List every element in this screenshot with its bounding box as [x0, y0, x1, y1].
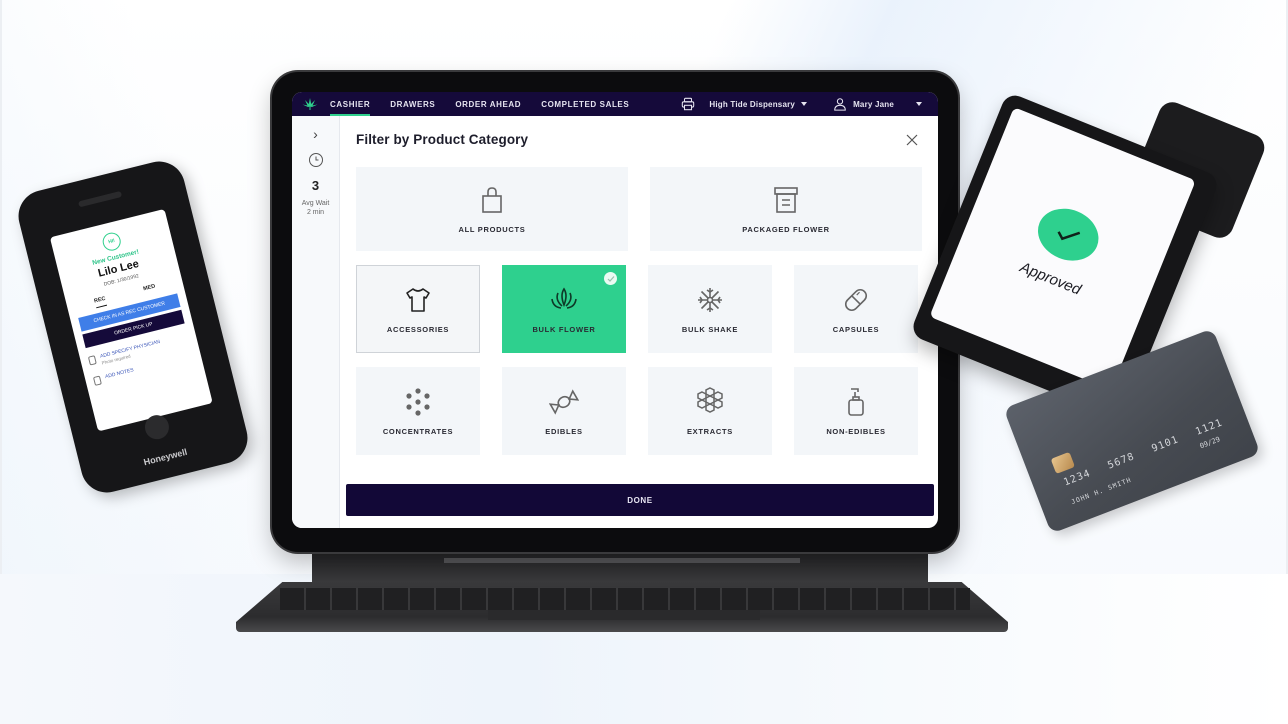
tab-drawers[interactable]: DRAWERS	[390, 92, 435, 116]
capsule-icon	[844, 288, 868, 311]
top-navigation: CASHIER DRAWERS ORDER AHEAD COMPLETED SA…	[292, 92, 938, 116]
avg-wait: Avg Wait 2 min	[301, 200, 330, 216]
snowflake-icon	[698, 287, 722, 312]
tab-cashier[interactable]: CASHIER	[330, 92, 371, 116]
category-bulk-flower[interactable]: BULK FLOWER	[502, 265, 626, 353]
tab-rec[interactable]: REC	[93, 295, 108, 309]
category-concentrates[interactable]: CONCENTRATES	[356, 367, 480, 455]
printer-icon	[682, 97, 695, 111]
approved-status: Approved	[1017, 258, 1084, 299]
archive-box-icon	[774, 186, 798, 213]
user-menu[interactable]: Mary Jane	[833, 97, 922, 111]
close-icon[interactable]	[906, 134, 918, 146]
person-icon	[87, 355, 97, 366]
modal-title: Filter by Product Category	[356, 132, 529, 147]
printer-button[interactable]	[681, 97, 709, 111]
category-non-edibles[interactable]: NON-EDIBLES	[794, 367, 918, 455]
pos-app-screen: CASHIER DRAWERS ORDER AHEAD COMPLETED SA…	[292, 92, 938, 528]
cannabis-leaf-icon[interactable]	[302, 98, 318, 110]
category-capsules[interactable]: CAPSULES	[794, 265, 918, 353]
chevron-right-icon[interactable]: ›	[313, 126, 318, 142]
queue-count: 3	[311, 178, 320, 193]
notes-icon	[92, 375, 102, 386]
tab-completed-sales[interactable]: COMPLETED SALES	[541, 92, 629, 116]
tshirt-icon	[406, 287, 430, 312]
chevron-down-icon	[916, 102, 922, 106]
queue-sidebar: › 3 Avg Wait 2 min	[292, 116, 340, 528]
clock-icon	[308, 153, 323, 167]
keyboard-stand	[312, 552, 928, 582]
phone-speaker	[78, 190, 123, 208]
tab-med[interactable]: MED	[143, 283, 157, 296]
category-packaged-flower[interactable]: PACKAGED FLOWER	[650, 167, 922, 251]
greeting-bubble-icon: HI!	[100, 230, 123, 253]
shopping-bag-icon	[482, 186, 502, 213]
category-all-products[interactable]: ALL PRODUCTS	[356, 167, 628, 251]
card-chip-icon	[1050, 451, 1076, 474]
keyboard-keys	[280, 588, 970, 610]
category-accessories[interactable]: ACCESSORIES	[356, 265, 480, 353]
filter-modal: Filter by Product Category ALL PRODUCTS …	[340, 116, 938, 528]
honeycomb-icon	[697, 386, 723, 413]
checkmark-icon	[604, 272, 617, 285]
chevron-down-icon	[801, 102, 808, 106]
trackpad	[488, 610, 760, 620]
phone-screen: HI! New Customer! Lilo Lee DOB: 1/30/199…	[49, 208, 213, 432]
candy-icon	[549, 388, 579, 415]
pump-bottle-icon	[848, 387, 864, 416]
user-icon	[834, 98, 846, 111]
category-edibles[interactable]: EDIBLES	[502, 367, 626, 455]
done-button[interactable]: DONE	[346, 484, 934, 516]
lotus-flower-icon	[551, 287, 577, 309]
checkmark-icon	[1030, 199, 1107, 269]
category-bulk-shake[interactable]: BULK SHAKE	[648, 265, 772, 353]
dots-cluster-icon	[406, 387, 430, 416]
tablet-device: CASHIER DRAWERS ORDER AHEAD COMPLETED SA…	[272, 72, 958, 552]
tab-order-ahead[interactable]: ORDER AHEAD	[455, 92, 521, 116]
card-expiry: 09/29	[1198, 435, 1222, 451]
category-extracts[interactable]: EXTRACTS	[648, 367, 772, 455]
store-selector[interactable]: High Tide Dispensary	[709, 100, 808, 109]
